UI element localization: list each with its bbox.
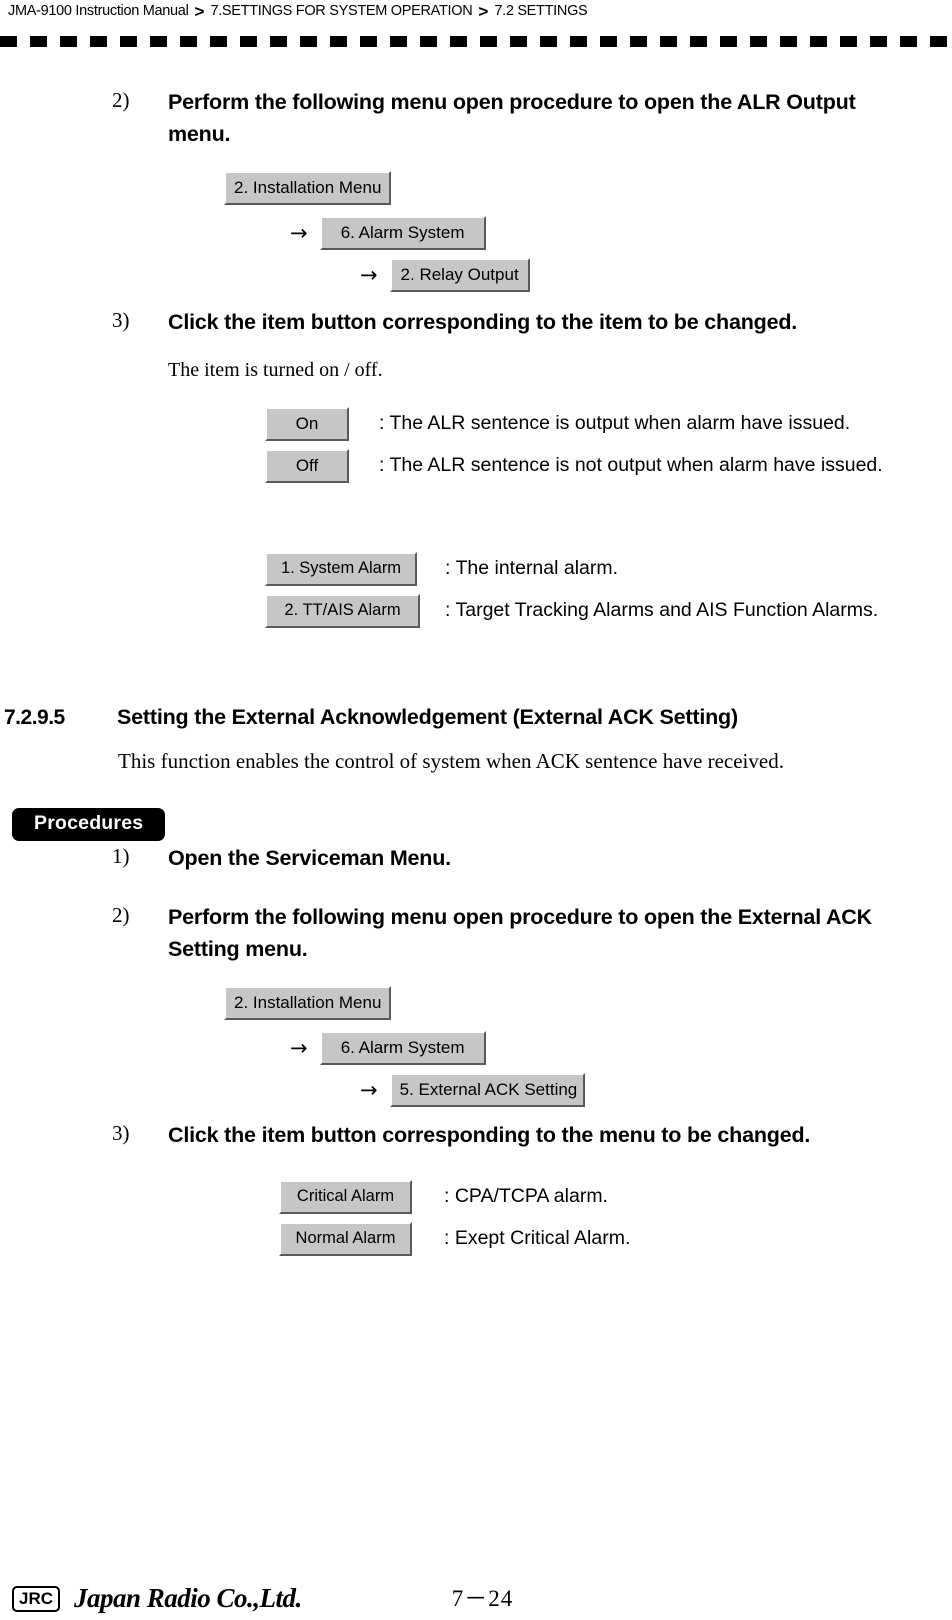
- relay-step-3-note: The item is turned on / off.: [168, 359, 383, 381]
- relay-step-3-text: Click the item button corresponding to t…: [168, 310, 798, 334]
- alarm-desc-tt-ais-alarm: : Target Tracking Alarms and AIS Functio…: [445, 599, 879, 621]
- page-header: JMA-9100 Instruction Manual > 7.SETTINGS…: [8, 0, 952, 22]
- relay-menu-path-item-2: → 6. Alarm System: [290, 216, 486, 250]
- arrow-right-icon: →: [290, 220, 308, 245]
- header-separator-1: >: [194, 1, 205, 21]
- ack-step-3-number: 3): [112, 1121, 130, 1145]
- relay-step-2: 2) Perform the following menu open proce…: [112, 86, 912, 151]
- relay-step-3-number: 3): [112, 308, 130, 332]
- company-name: Japan Radio Co.,Ltd.: [74, 1583, 302, 1613]
- arrow-right-icon: →: [360, 262, 378, 287]
- alarm-desc-system-alarm: : The internal alarm.: [445, 557, 619, 579]
- alarm-button-system-alarm[interactable]: 1. System Alarm: [265, 552, 417, 586]
- ack-menu-path-item-1: 2. Installation Menu: [224, 986, 392, 1020]
- ack-step-1-text: Open the Serviceman Menu.: [168, 846, 451, 870]
- ack-step-1: 1) Open the Serviceman Menu.: [112, 842, 912, 874]
- option-button-normal-alarm[interactable]: Normal Alarm: [279, 1222, 412, 1256]
- relay-step-3: 3) Click the item button corresponding t…: [112, 306, 932, 338]
- option-button-off[interactable]: Off: [265, 449, 349, 483]
- header-manual-title: JMA-9100 Instruction Manual: [8, 2, 189, 19]
- page-number: 7－24: [451, 1586, 514, 1611]
- menu-button-installation-menu[interactable]: 2. Installation Menu: [224, 986, 392, 1020]
- relay-menu-path-item-3: → 2. Relay Output: [360, 258, 530, 292]
- ack-step-1-number: 1): [112, 844, 130, 868]
- section-intro-paragraph: This function enables the control of sys…: [118, 749, 784, 773]
- relay-alarm-row-ttais: 2. TT/AIS Alarm : Target Tracking Alarms…: [265, 594, 878, 628]
- menu-button-alarm-system[interactable]: 6. Alarm System: [319, 1031, 486, 1065]
- option-desc-on: : The ALR sentence is output when alarm …: [379, 412, 851, 435]
- ack-option-row-normal: Normal Alarm : Exept Critical Alarm.: [279, 1222, 630, 1256]
- page-footer: JRC Japan Radio Co.,Ltd. 7－24: [12, 1585, 940, 1612]
- arrow-right-icon: →: [290, 1035, 308, 1060]
- ack-step-3-text: Click the item button corresponding to t…: [168, 1123, 811, 1147]
- ack-step-3: 3) Click the item button corresponding t…: [112, 1119, 942, 1151]
- section-number: 7.2.9.5: [4, 706, 65, 729]
- relay-option-row-off: Off : The ALR sentence is not output whe…: [265, 449, 883, 483]
- ack-menu-path-item-3: → 5. External ACK Setting: [360, 1073, 585, 1107]
- ack-step-2-number: 2): [112, 903, 130, 927]
- alarm-button-tt-ais-alarm[interactable]: 2. TT/AIS Alarm: [265, 594, 420, 628]
- menu-button-relay-output[interactable]: 2. Relay Output: [389, 258, 530, 292]
- arrow-right-icon: →: [360, 1077, 378, 1102]
- relay-step-2-number: 2): [112, 88, 130, 112]
- menu-button-external-ack-setting[interactable]: 5. External ACK Setting: [389, 1073, 585, 1107]
- ack-step-2-text: Perform the following menu open procedur…: [168, 905, 872, 962]
- option-desc-critical-alarm: : CPA/TCPA alarm.: [444, 1185, 608, 1207]
- option-desc-off: : The ALR sentence is not output when al…: [379, 454, 883, 477]
- section-title: Setting the External Acknowledgement (Ex…: [117, 705, 738, 729]
- option-desc-normal-alarm: : Exept Critical Alarm.: [444, 1227, 631, 1249]
- ack-option-row-critical: Critical Alarm : CPA/TCPA alarm.: [279, 1180, 608, 1214]
- option-button-critical-alarm[interactable]: Critical Alarm: [279, 1180, 412, 1214]
- option-button-on[interactable]: On: [265, 407, 349, 441]
- ack-menu-path-item-2: → 6. Alarm System: [290, 1031, 486, 1065]
- header-dashed-rule: [0, 36, 952, 47]
- relay-step-2-text: Perform the following menu open procedur…: [168, 90, 856, 147]
- relay-option-row-on: On : The ALR sentence is output when ala…: [265, 407, 850, 441]
- jrc-logo: JRC: [12, 1585, 61, 1612]
- procedures-badge: Procedures: [12, 808, 166, 841]
- header-chapter: 7.SETTINGS FOR SYSTEM OPERATION: [210, 2, 473, 19]
- menu-button-installation-menu[interactable]: 2. Installation Menu: [224, 171, 392, 205]
- header-section: 7.2 SETTINGS: [494, 2, 588, 19]
- header-separator-2: >: [478, 1, 489, 21]
- section-heading-7-2-9-5: 7.2.9.5 Setting the External Acknowledge…: [4, 705, 944, 730]
- ack-step-2: 2) Perform the following menu open proce…: [112, 901, 942, 966]
- relay-alarm-row-system: 1. System Alarm : The internal alarm.: [265, 552, 618, 586]
- menu-button-alarm-system[interactable]: 6. Alarm System: [319, 216, 486, 250]
- relay-menu-path-item-1: 2. Installation Menu: [224, 171, 392, 205]
